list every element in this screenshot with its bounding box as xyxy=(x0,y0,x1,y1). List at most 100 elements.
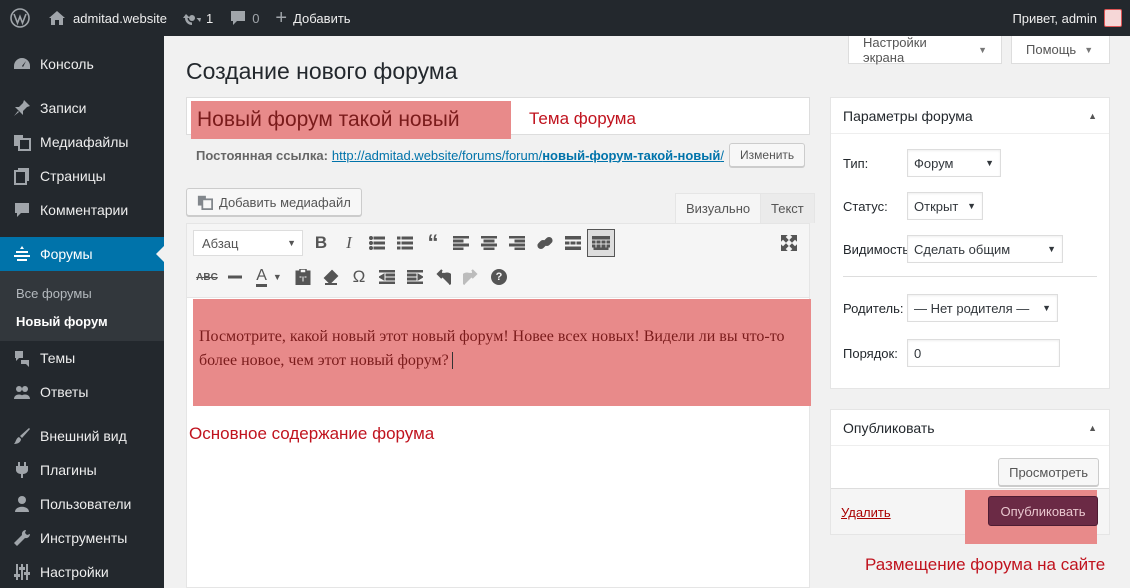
bold-icon[interactable]: B xyxy=(307,229,335,257)
link-icon[interactable] xyxy=(531,229,559,257)
outdent-icon[interactable] xyxy=(373,263,401,291)
italic-icon[interactable]: I xyxy=(335,229,363,257)
clear-formatting-icon[interactable] xyxy=(317,263,345,291)
editor-content-area[interactable]: Посмотрите, какой новый этот новый форум… xyxy=(193,299,811,406)
home-icon xyxy=(49,11,65,25)
forum-attributes-header[interactable]: Параметры форума ▲ xyxy=(831,98,1109,134)
type-label: Тип: xyxy=(843,155,869,171)
preview-button[interactable]: Просмотреть xyxy=(998,458,1099,486)
media-icon xyxy=(197,195,213,210)
toolbar-toggle-icon[interactable] xyxy=(587,229,615,257)
special-character-icon[interactable]: Ω xyxy=(345,263,373,291)
menu-item-settings[interactable]: Настройки xyxy=(0,555,164,588)
admin-bar: admitad.website 1 0 + Добавить Привет, a… xyxy=(0,0,1130,36)
menu-item-media[interactable]: Медиафайлы xyxy=(0,125,164,159)
align-left-icon[interactable] xyxy=(447,229,475,257)
caret-down-icon: ▼ xyxy=(978,44,987,55)
delete-link[interactable]: Удалить xyxy=(841,505,891,520)
my-account-link[interactable]: Привет, admin xyxy=(1004,0,1130,36)
strikethrough-icon[interactable]: ABC xyxy=(193,263,221,291)
menu-item-users[interactable]: Пользователи xyxy=(0,487,164,521)
collapse-arrow-icon[interactable]: ▲ xyxy=(1088,423,1097,433)
menu-item-posts[interactable]: Записи xyxy=(0,91,164,125)
align-right-icon[interactable] xyxy=(503,229,531,257)
status-row: Статус: Открыт ▼ xyxy=(843,192,983,220)
add-media-button[interactable]: Добавить медиафайл xyxy=(186,188,362,216)
tools-icon xyxy=(12,528,32,548)
order-input[interactable]: 0 xyxy=(907,339,1060,367)
menu-item-label: Темы xyxy=(40,350,76,366)
toolbar-row-2: ABC A ▼ Ω ? xyxy=(193,263,513,291)
status-label: Статус: xyxy=(843,198,888,214)
numbered-list-icon[interactable] xyxy=(391,229,419,257)
tab-visual[interactable]: Визуально xyxy=(675,193,762,223)
edit-permalink-button[interactable]: Изменить xyxy=(729,143,806,167)
editor-toolbar: Абзац ▼ B I “ ABC A ▼ Ω ? xyxy=(187,224,809,298)
help-button[interactable]: Помощь ▼ xyxy=(1011,36,1110,64)
redo-icon[interactable] xyxy=(457,263,485,291)
menu-item-label: Пользователи xyxy=(40,496,132,512)
menu-item-comments[interactable]: Комментарии xyxy=(0,193,164,227)
media-icon xyxy=(12,132,32,152)
topics-icon xyxy=(12,348,32,368)
forum-title-input[interactable] xyxy=(191,101,511,139)
permalink-row: Постоянная ссылка: http://admitad.websit… xyxy=(196,143,806,167)
menu-item-label: Форумы xyxy=(40,246,93,262)
menu-item-tools[interactable]: Инструменты xyxy=(0,521,164,555)
format-select[interactable]: Абзац ▼ xyxy=(193,230,303,256)
add-new-link[interactable]: + Добавить xyxy=(267,0,358,36)
visibility-select[interactable]: Сделать общим ▼ xyxy=(907,235,1063,263)
menu-item-plugins[interactable]: Плагины xyxy=(0,453,164,487)
keyboard-shortcuts-icon[interactable]: ? xyxy=(485,263,513,291)
screen-options-button[interactable]: Настройки экрана ▼ xyxy=(848,35,1002,65)
parent-select[interactable]: — Нет родителя — ▼ xyxy=(907,294,1058,322)
type-select[interactable]: Форум ▼ xyxy=(907,149,1001,177)
bullet-list-icon[interactable] xyxy=(363,229,391,257)
menu-item-replies[interactable]: Ответы xyxy=(0,375,164,409)
menu-item-dashboard[interactable]: Консоль xyxy=(0,47,164,81)
align-center-icon[interactable] xyxy=(475,229,503,257)
help-label: Помощь xyxy=(1026,42,1077,57)
publish-button[interactable]: Опубликовать xyxy=(988,496,1098,526)
admin-sidebar: Консоль Записи Медиафайлы Страницы Комме… xyxy=(0,36,164,588)
read-more-icon[interactable] xyxy=(559,229,587,257)
undo-icon[interactable] xyxy=(429,263,457,291)
wordpress-logo-icon[interactable] xyxy=(0,0,40,36)
site-name: admitad.website xyxy=(73,10,167,26)
text-color-icon[interactable]: A ▼ xyxy=(249,263,289,291)
updates-link[interactable]: 1 xyxy=(175,0,221,36)
indent-icon[interactable] xyxy=(401,263,429,291)
menu-item-topics[interactable]: Темы xyxy=(0,341,164,375)
menu-item-pages[interactable]: Страницы xyxy=(0,159,164,193)
publish-header[interactable]: Опубликовать ▲ xyxy=(831,410,1109,446)
paste-as-text-icon[interactable] xyxy=(289,263,317,291)
collapse-arrow-icon[interactable]: ▲ xyxy=(1088,111,1097,121)
title-field-wrap xyxy=(186,97,810,139)
menu-item-label: Ответы xyxy=(40,384,89,400)
avatar xyxy=(1104,9,1122,27)
submenu-new-forum[interactable]: Новый форум xyxy=(0,307,164,335)
order-label: Порядок: xyxy=(843,345,898,361)
menu-item-label: Плагины xyxy=(40,462,97,478)
submenu-all-forums[interactable]: Все форумы xyxy=(0,279,164,307)
menu-item-forums[interactable]: Форумы xyxy=(0,237,164,271)
tab-text[interactable]: Текст xyxy=(760,193,815,223)
comments-link[interactable]: 0 xyxy=(221,0,267,36)
menu-item-label: Медиафайлы xyxy=(40,134,129,150)
main-content: Настройки экрана ▼ Помощь ▼ Создание нов… xyxy=(164,35,1130,588)
forums-icon xyxy=(12,244,32,264)
dashboard-icon xyxy=(12,54,32,74)
add-media-label: Добавить медиафайл xyxy=(219,194,351,210)
fullscreen-icon[interactable] xyxy=(775,229,803,257)
pages-icon xyxy=(12,166,32,186)
status-select[interactable]: Открыт ▼ xyxy=(907,192,983,220)
users-icon xyxy=(12,494,32,514)
parent-label: Родитель: xyxy=(843,300,904,316)
blockquote-icon[interactable]: “ xyxy=(419,229,447,257)
horizontal-line-icon[interactable] xyxy=(221,263,249,291)
page-title: Создание нового форума xyxy=(186,58,458,84)
menu-item-appearance[interactable]: Внешний вид xyxy=(0,419,164,453)
site-name-link[interactable]: admitad.website xyxy=(40,0,175,36)
order-row: Порядок: 0 xyxy=(843,339,1060,367)
permalink-url[interactable]: http://admitad.website/forums/forum/новы… xyxy=(332,148,724,163)
